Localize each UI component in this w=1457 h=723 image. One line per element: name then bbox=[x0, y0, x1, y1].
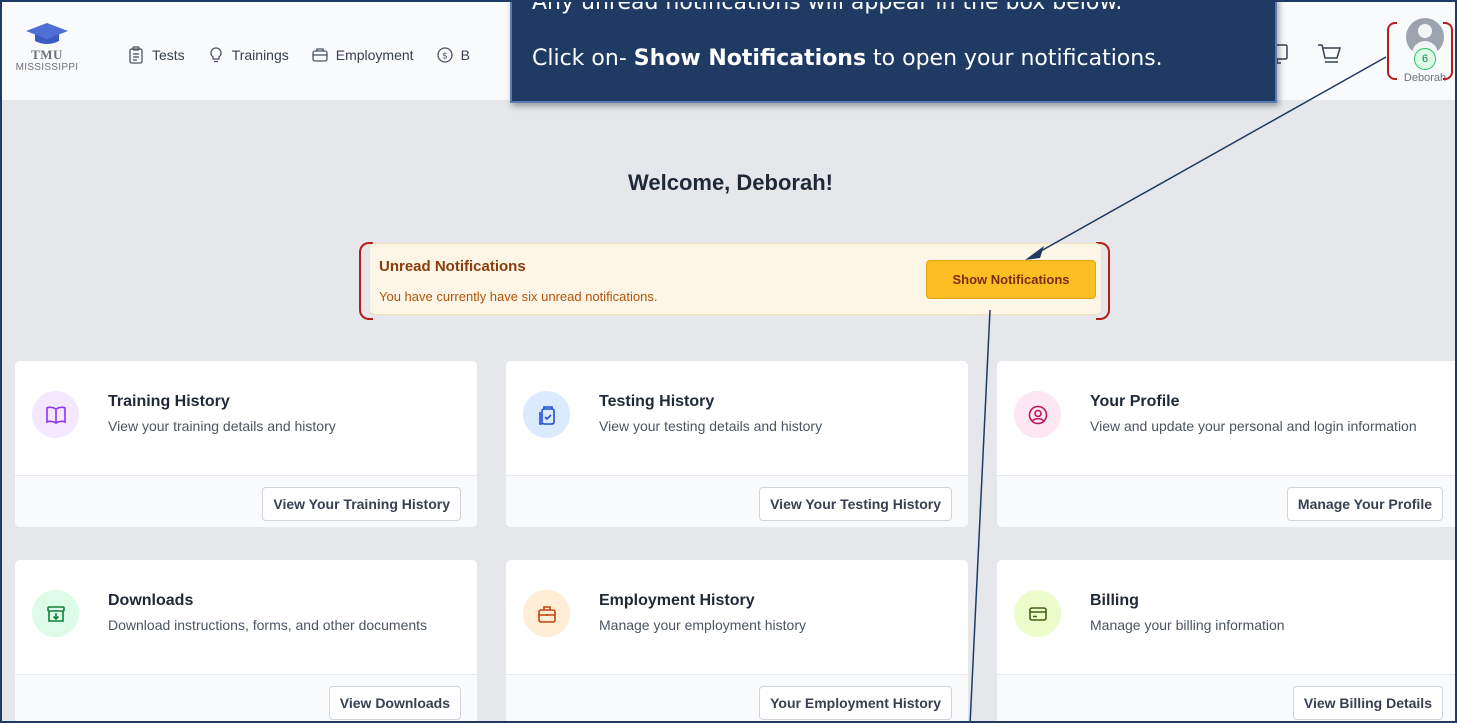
show-notifications-button[interactable]: Show Notifications bbox=[926, 260, 1096, 299]
card-footer: View Your Training History bbox=[15, 475, 477, 527]
svg-text:$: $ bbox=[442, 52, 448, 62]
dollar-circle-icon: $ bbox=[436, 47, 453, 63]
card-footer: View Your Testing History bbox=[506, 475, 968, 527]
credit-card-icon bbox=[1028, 606, 1047, 621]
notice-title: Unread Notifications bbox=[379, 258, 526, 275]
card-description: View your testing details and history bbox=[599, 418, 823, 434]
card-description: View your training details and history bbox=[108, 418, 336, 434]
callout-line2: Click on- Show Notifications to open you… bbox=[532, 44, 1163, 74]
briefcase-icon bbox=[312, 48, 328, 62]
card-title: Employment History bbox=[599, 592, 755, 609]
main-nav: Tests Trainings Employment $ B bbox=[127, 46, 470, 64]
card-icon-wrap bbox=[1014, 391, 1061, 438]
card-description: Manage your billing information bbox=[1090, 617, 1285, 633]
card-title: Downloads bbox=[108, 592, 194, 609]
view-billing-details-button[interactable]: View Billing Details bbox=[1292, 686, 1443, 720]
view-downloads-button[interactable]: View Downloads bbox=[328, 686, 461, 720]
highlight-bracket-user-left bbox=[1387, 22, 1397, 80]
card-description: Manage your employment history bbox=[599, 617, 806, 633]
nav-label-trainings: Trainings bbox=[231, 47, 289, 63]
callout-line1: Any unread notifications will appear in … bbox=[532, 0, 1123, 15]
nav-label-employment: Employment bbox=[335, 47, 414, 63]
nav-label-billing: B bbox=[460, 47, 470, 63]
card-title: Billing bbox=[1090, 592, 1139, 609]
card-title: Testing History bbox=[599, 393, 715, 410]
welcome-heading: Welcome, Deborah! bbox=[628, 170, 833, 195]
graduation-cap-icon bbox=[26, 23, 68, 44]
card-downloads: Downloads Download instructions, forms, … bbox=[14, 559, 478, 721]
employment-history-button[interactable]: Your Employment History bbox=[759, 686, 952, 720]
shopping-cart-icon[interactable] bbox=[1316, 42, 1342, 66]
book-icon bbox=[45, 406, 66, 424]
card-employment-history: Employment History Manage your employmen… bbox=[505, 559, 969, 721]
callout-bold: Show Notifications bbox=[633, 46, 867, 71]
nav-item-billing[interactable]: $ B bbox=[436, 46, 470, 64]
callout-suffix: to open your notifications. bbox=[866, 46, 1163, 71]
lightbulb-icon bbox=[210, 47, 222, 63]
brand-line1: TMU bbox=[31, 47, 63, 62]
card-testing-history: Testing History View your testing detail… bbox=[505, 360, 969, 528]
card-footer: Manage Your Profile bbox=[997, 475, 1455, 527]
clipboard-icon bbox=[129, 46, 143, 64]
card-icon-wrap bbox=[32, 391, 79, 438]
card-title: Your Profile bbox=[1090, 393, 1180, 410]
callout-prefix: Click on- bbox=[532, 46, 634, 71]
card-footer: View Billing Details bbox=[997, 674, 1455, 721]
brand-line2: MISSISSIPPI bbox=[15, 62, 79, 73]
card-icon-wrap bbox=[32, 590, 79, 637]
card-icon-wrap bbox=[1014, 590, 1061, 637]
arrow-to-show-notifications bbox=[969, 309, 991, 721]
user-circle-icon bbox=[1028, 405, 1047, 424]
highlight-bracket-user-right bbox=[1443, 22, 1453, 80]
view-training-history-button[interactable]: View Your Training History bbox=[262, 487, 461, 521]
app-window: TMU MISSISSIPPI Tests Trainings Employme… bbox=[0, 0, 1457, 723]
notification-count-badge: 6 bbox=[1414, 48, 1436, 70]
card-title: Training History bbox=[108, 393, 230, 410]
nav-label-tests: Tests bbox=[152, 47, 185, 63]
card-footer: View Downloads bbox=[15, 674, 477, 721]
card-description: View and update your personal and login … bbox=[1090, 418, 1417, 434]
nav-item-trainings[interactable]: Trainings bbox=[207, 46, 289, 64]
archive-download-icon bbox=[46, 605, 65, 622]
clipboard-check-icon bbox=[538, 405, 555, 425]
unread-notifications-panel: Unread Notifications You have currently … bbox=[369, 243, 1102, 315]
card-icon-wrap bbox=[523, 590, 570, 637]
nav-item-tests[interactable]: Tests bbox=[127, 46, 185, 64]
tutorial-callout: Any unread notifications will appear in … bbox=[510, 0, 1277, 103]
card-description: Download instructions, forms, and other … bbox=[108, 617, 428, 633]
manage-profile-button[interactable]: Manage Your Profile bbox=[1286, 487, 1443, 521]
card-billing: Billing Manage your billing information … bbox=[996, 559, 1455, 721]
view-testing-history-button[interactable]: View Your Testing History bbox=[759, 487, 952, 521]
nav-item-employment[interactable]: Employment bbox=[311, 46, 414, 64]
card-footer: Your Employment History bbox=[506, 674, 968, 721]
briefcase-icon bbox=[537, 605, 556, 623]
card-icon-wrap bbox=[523, 391, 570, 438]
notice-message: You have currently have six unread notif… bbox=[379, 289, 658, 304]
brand-logo[interactable]: TMU MISSISSIPPI bbox=[12, 22, 82, 74]
card-training-history: Training History View your training deta… bbox=[14, 360, 478, 528]
card-your-profile: Your Profile View and update your person… bbox=[996, 360, 1455, 528]
